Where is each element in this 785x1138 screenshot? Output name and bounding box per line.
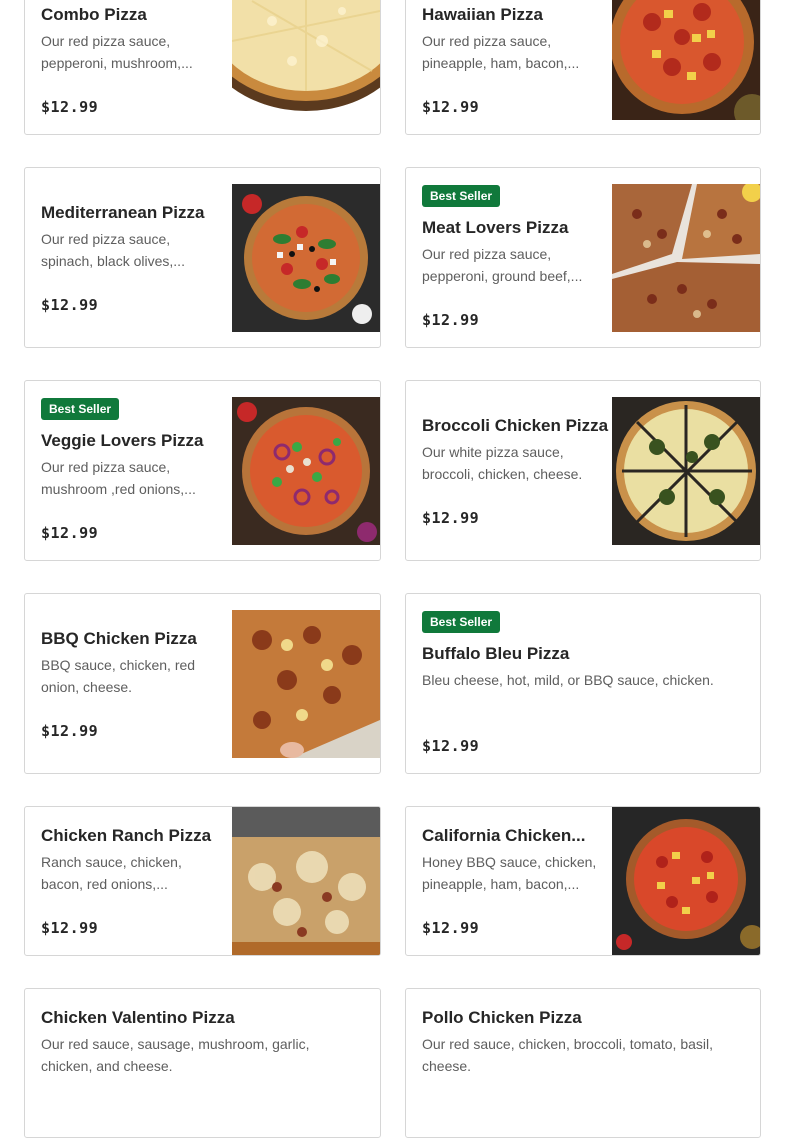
hawaiian-pizza-image	[612, 0, 760, 120]
bbq-chicken-pizza-image	[232, 610, 380, 758]
menu-item-card[interactable]: BBQ Chicken Pizza BBQ sauce, chicken, re…	[24, 593, 381, 774]
menu-item-card[interactable]: Chicken Ranch Pizza Ranch sauce, chicken…	[24, 806, 381, 956]
menu-item-card[interactable]: Mediterranean Pizza Our red pizza sauce,…	[24, 167, 381, 348]
menu-item-name: Broccoli Chicken Pizza	[422, 416, 609, 435]
menu-item-price: $12.99	[422, 509, 480, 527]
menu-item-price: $12.99	[422, 98, 480, 116]
broccoli-chicken-pizza-image	[612, 397, 760, 545]
veggie-lovers-pizza-image	[232, 397, 380, 545]
menu-item-name: Mediterranean Pizza	[41, 203, 205, 222]
menu-item-description: Honey BBQ sauce, chicken, pineapple, ham,…	[422, 854, 597, 892]
menu-item-description: Ranch sauce, chicken, bacon, red onions,.…	[41, 854, 182, 892]
menu-item-price: $12.99	[41, 524, 99, 542]
menu-item-name: Buffalo Bleu Pizza	[422, 644, 570, 663]
best-seller-badge: Best Seller	[422, 611, 501, 633]
menu-item-description: Our red sauce, sausage, mushroom, garlic…	[41, 1036, 310, 1074]
menu-item-name: Pollo Chicken Pizza	[422, 1008, 582, 1027]
menu-item-card[interactable]: Chicken Valentino Pizza Our red sauce, s…	[24, 988, 381, 1138]
menu-item-card[interactable]: California Chicken... Honey BBQ sauce, c…	[405, 806, 761, 956]
menu-item-name: Meat Lovers Pizza	[422, 218, 569, 237]
california-chicken-pizza-image	[612, 807, 760, 955]
menu-item-description: BBQ sauce, chicken, red onion, cheese.	[41, 657, 196, 695]
menu-item-description: Bleu cheese, hot, mild, or BBQ sauce, ch…	[422, 672, 714, 688]
menu-item-description: Our red pizza sauce, mushroom ,red onions…	[41, 459, 196, 497]
menu-item-card[interactable]: Best Seller Veggie Lovers Pizza Our red …	[24, 380, 381, 561]
menu-item-name: Chicken Valentino Pizza	[41, 1008, 235, 1027]
mediterranean-pizza-image	[232, 184, 380, 332]
menu-item-name: Hawaiian Pizza	[422, 5, 543, 24]
menu-item-description: Our red pizza sauce, spinach, black olive…	[41, 231, 185, 269]
menu-item-card[interactable]: Combo Pizza Our red pizza sauce, pepperon…	[24, 0, 381, 135]
menu-item-card[interactable]: Hawaiian Pizza Our red pizza sauce, pinea…	[405, 0, 761, 135]
menu-item-price: $12.99	[41, 296, 99, 314]
menu-item-description: Our red pizza sauce, pepperoni, ground be…	[422, 246, 583, 284]
menu-item-card[interactable]: Best Seller Meat Lovers Pizza Our red pi…	[405, 167, 761, 348]
menu-item-price: $12.99	[41, 722, 99, 740]
menu-item-description: Our white pizza sauce, broccoli, chicken,…	[422, 444, 583, 482]
menu-item-price: $12.99	[422, 919, 480, 937]
menu-item-name: BBQ Chicken Pizza	[41, 629, 197, 648]
chicken-ranch-pizza-image	[232, 807, 380, 955]
menu-item-card[interactable]: Broccoli Chicken Pizza Our white pizza s…	[405, 380, 761, 561]
menu-item-description: Our red sauce, chicken, broccoli, tomato…	[422, 1036, 714, 1074]
menu-item-card[interactable]: Best Seller Buffalo Bleu Pizza Bleu chee…	[405, 593, 761, 774]
menu-item-description: Our red pizza sauce, pineapple, ham, baco…	[422, 33, 580, 71]
menu-item-price: $12.99	[41, 98, 99, 116]
menu-item-price: $12.99	[41, 919, 99, 937]
menu-item-price: $12.99	[422, 311, 480, 329]
menu-item-name: Veggie Lovers Pizza	[41, 431, 204, 450]
menu-item-name: California Chicken...	[422, 826, 586, 845]
menu-item-description: Our red pizza sauce, pepperoni, mushroom,…	[41, 33, 193, 71]
menu-item-card[interactable]: Pollo Chicken Pizza Our red sauce, chick…	[405, 988, 761, 1138]
meat-lovers-pizza-image	[612, 184, 760, 332]
combo-pizza-image	[232, 0, 380, 129]
best-seller-badge: Best Seller	[41, 398, 120, 420]
menu-item-name: Combo Pizza	[41, 5, 147, 24]
menu-item-price: $12.99	[422, 737, 480, 755]
menu-item-name: Chicken Ranch Pizza	[41, 826, 212, 845]
best-seller-badge: Best Seller	[422, 185, 501, 207]
